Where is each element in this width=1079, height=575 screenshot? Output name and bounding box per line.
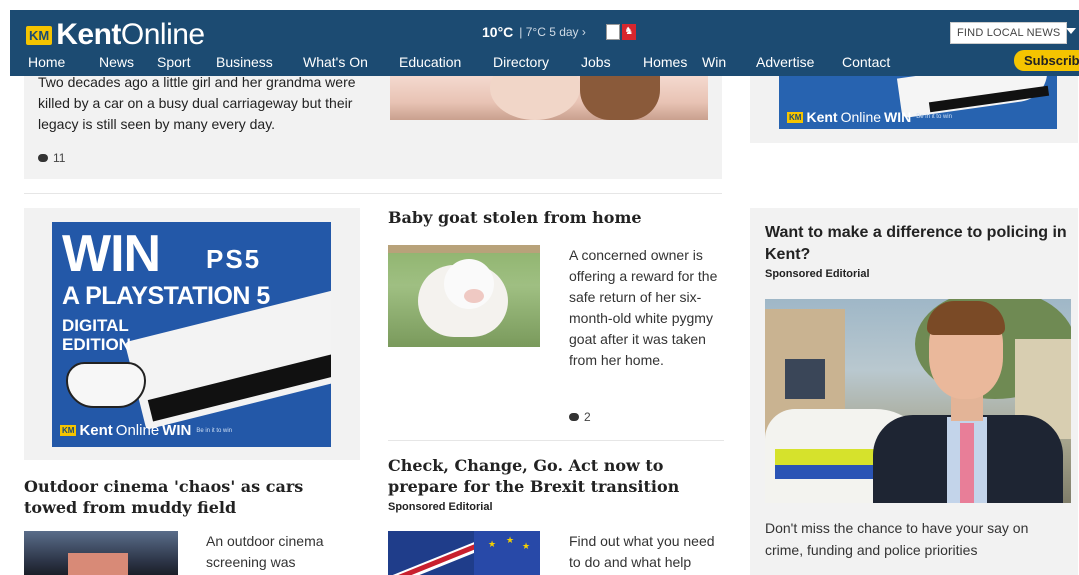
newspaper-icon[interactable] [605,24,620,40]
logo-online-text: Online [120,18,205,51]
kentonline-logo[interactable]: KM Kent Online [26,18,205,52]
nav-item-homes[interactable]: Homes [643,54,702,70]
subscribe-button[interactable]: Subscribe [1014,50,1079,71]
comment-icon [38,154,48,162]
goat-article-image[interactable] [388,245,540,347]
police-article-title[interactable]: Want to make a difference to policing in… [765,222,1070,266]
brexit-article-summary[interactable]: Find out what you need to do and what he… [569,531,729,573]
ad-subheadline-line1: DIGITAL [62,316,129,335]
ps5-logo: PS5 [206,244,262,274]
goat-snout-shape [464,289,484,303]
ad-brand-kent: Kent [79,422,113,439]
eu-star-icon: ★ [488,539,497,549]
outdoor-cinema-article-summary[interactable]: An outdoor cinema screening was [206,531,346,573]
outdoor-cinema-article-image[interactable] [24,531,178,575]
nav-item-contact[interactable]: Contact [842,54,912,70]
man-hair-shape [927,301,1005,335]
window-shape [785,359,825,399]
police-article-summary[interactable]: Don't miss the chance to have your say o… [765,517,1070,561]
comment-icon [569,413,579,421]
ad-brand-win: WIN [884,109,912,125]
site-header: KM Kent Online 10°C | 7°C 5 day › ♞ FIND… [10,10,1079,76]
ad-brand-tagline: Be in it to win [916,114,952,120]
ad-brand-online: Online [840,109,882,125]
nav-item-education[interactable]: Education [399,54,493,70]
ad-brand: KM Kent Online WIN Be in it to win [787,109,952,125]
eu-star-icon: ★ [506,535,515,545]
ps5-controller-image [66,362,146,408]
cinema-screen-shape [68,553,128,575]
nav-item-jobs[interactable]: Jobs [581,54,643,70]
top-story-comments[interactable]: 11 [38,151,65,165]
girl-hair-shape [580,76,660,120]
police-article-image[interactable] [765,299,1071,503]
weather-temp: 10°C [482,24,514,40]
sponsored-label: Sponsored Editorial [765,268,870,280]
ad-win-text: WIN [62,225,161,283]
man-tie-shape [960,423,974,503]
brexit-article-image[interactable]: ★ ★ ★ [388,531,540,575]
ad-subheadline: DIGITAL EDITION [62,316,131,354]
nav-item-whats-on[interactable]: What's On [303,54,399,70]
top-story-summary[interactable]: Two decades ago a little girl and her gr… [38,72,378,135]
sponsored-label: Sponsored Editorial [388,501,493,513]
nav-item-directory[interactable]: Directory [493,54,581,70]
ad-brand: KM Kent Online WIN Be in it to win [60,422,232,439]
nav-item-sport[interactable]: Sport [157,54,216,70]
ad-brand-tagline: Be in it to win [196,427,233,434]
weather-forecast-link[interactable]: | 7°C 5 day › [519,25,586,39]
goat-article-comments[interactable]: 2 [569,410,591,424]
main-nav: Home News Sport Business What's On Educa… [28,54,912,70]
nav-item-home[interactable]: Home [28,54,92,70]
nav-item-advertise[interactable]: Advertise [756,54,842,70]
ad-headline: A PLAYSTATION 5 [62,282,270,310]
nav-item-news[interactable]: News [99,54,157,70]
top-story-image[interactable] [390,76,708,120]
km-badge: KM [787,111,804,123]
kent-flag-icon[interactable]: ♞ [621,24,636,40]
ad-subheadline-line2: EDITION [62,335,131,354]
win-playstation-5-ad[interactable]: WIN PS5 A PLAYSTATION 5 DIGITAL EDITION … [52,222,331,447]
section-divider [24,193,722,194]
weather-widget[interactable]: 10°C | 7°C 5 day › ♞ [482,24,636,40]
goat-article-summary[interactable]: A concerned owner is offering a reward f… [569,245,719,371]
km-badge: KM [26,25,53,45]
ad-brand-online: Online [115,422,160,439]
nav-item-win[interactable]: Win [702,54,756,70]
eu-star-icon: ★ [522,541,531,551]
km-badge: KM [60,425,77,436]
ad-brand-kent: Kent [806,109,838,125]
nav-item-business[interactable]: Business [216,54,303,70]
chevron-down-icon[interactable] [1066,28,1076,34]
comment-count: 2 [584,410,591,424]
logo-kent-text: Kent [56,18,121,51]
goat-article-title[interactable]: Baby goat stolen from home [388,208,642,227]
find-local-news-select[interactable]: FIND LOCAL NEWS [950,22,1068,44]
brexit-article-title[interactable]: Check, Change, Go. Act now to prepare fo… [388,455,708,497]
kentonline-win-ad-top[interactable]: KM Kent Online WIN Be in it to win [779,76,1057,129]
girl-face-shape [490,76,580,120]
ad-brand-win: WIN [162,422,192,439]
fence-shape [388,245,540,253]
comment-count: 11 [53,151,66,165]
outdoor-cinema-article-title[interactable]: Outdoor cinema 'chaos' as cars towed fro… [24,476,344,518]
section-divider [388,440,724,441]
